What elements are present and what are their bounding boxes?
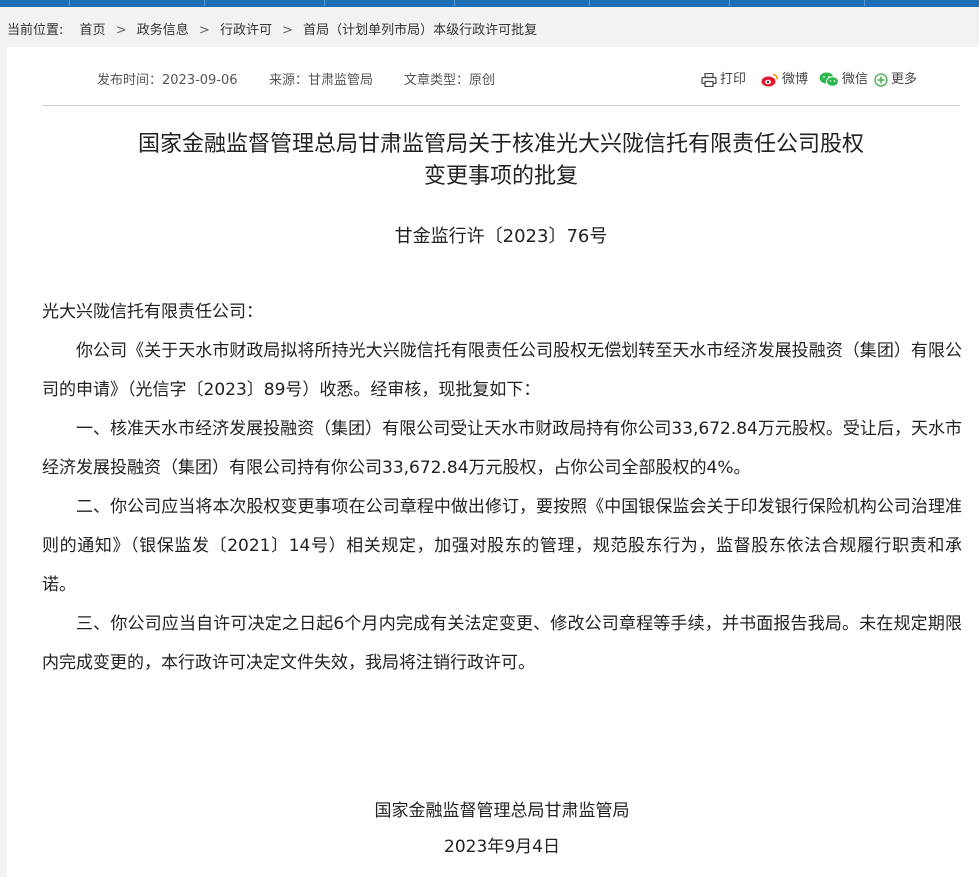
body-paragraph: 你公司《关于天水市财政局拟将所持光大兴陇信托有限责任公司股权无偿划转至天水市经济… <box>42 341 962 400</box>
wechat-icon <box>819 72 839 87</box>
article-panel: 发布时间：2023-09-06 来源：甘肃监管局 文章类型：原创 打印 微博 微… <box>7 47 979 877</box>
wechat-share-button[interactable]: 微信 <box>819 71 868 89</box>
weibo-share-button[interactable]: 微博 <box>761 71 808 89</box>
nav-tab[interactable] <box>95 0 205 6</box>
plus-circle-icon <box>874 72 888 87</box>
body-paragraph: 一、核准天水市经济发展投融资（集团）有限公司受让天水市财政局持有你公司33,67… <box>42 419 962 478</box>
document-number: 甘金监行许〔2023〕76号 <box>394 226 608 247</box>
nav-tab[interactable] <box>600 0 730 6</box>
article-type: 文章类型：原创 <box>404 73 496 88</box>
article-title: 国家金融监督管理总局甘肃监管局关于核准光大兴陇信托有限责任公司股权 变更事项的批… <box>42 129 960 193</box>
article-title-line: 变更事项的批复 <box>423 164 578 189</box>
more-label: 更多 <box>891 72 918 87</box>
nav-tab[interactable] <box>470 0 590 6</box>
article-meta-bar: 发布时间：2023-09-06 来源：甘肃监管局 文章类型：原创 打印 微博 微… <box>7 47 979 109</box>
more-share-button[interactable]: 更多 <box>874 71 917 89</box>
weibo-icon <box>761 73 778 86</box>
nav-tab[interactable] <box>215 0 325 6</box>
printer-icon <box>701 72 717 87</box>
article-title-line: 国家金融监督管理总局甘肃监管局关于核准光大兴陇信托有限责任公司股权 <box>137 132 864 157</box>
breadcrumb: 当前位置: 首页 > 政务信息 > 行政许可 > 首局（计划单列市局）本级行政许… <box>0 7 979 47</box>
article-body: 光大兴陇信托有限责任公司： 你公司《关于天水市财政局拟将所持光大兴陇信托有限责任… <box>42 293 962 683</box>
nav-tab[interactable] <box>735 0 865 6</box>
nav-tab[interactable] <box>335 0 455 6</box>
print-button[interactable]: 打印 <box>701 71 746 89</box>
wechat-label: 微信 <box>842 72 869 87</box>
body-paragraph: 三、你公司应当自许可决定之日起6个月内完成有关法定变更、修改公司章程等手续，并书… <box>42 614 962 673</box>
nav-home-icon[interactable] <box>30 0 70 6</box>
print-label: 打印 <box>720 72 747 87</box>
weibo-label: 微博 <box>782 72 809 87</box>
signature-date: 2023年9月4日 <box>444 837 560 857</box>
publish-date: 发布时间：2023-09-06 <box>97 73 238 88</box>
salutation: 光大兴陇信托有限责任公司： <box>42 302 263 322</box>
body-paragraph: 二、你公司应当将本次股权变更事项在公司章程中做出修订，要按照《中国银保监会关于印… <box>42 497 962 595</box>
signature-organization: 国家金融监督管理总局甘肃监管局 <box>374 801 630 821</box>
top-navigation-bar <box>0 0 979 7</box>
article-source: 来源：甘肃监管局 <box>269 73 374 88</box>
meta-divider <box>42 105 960 106</box>
